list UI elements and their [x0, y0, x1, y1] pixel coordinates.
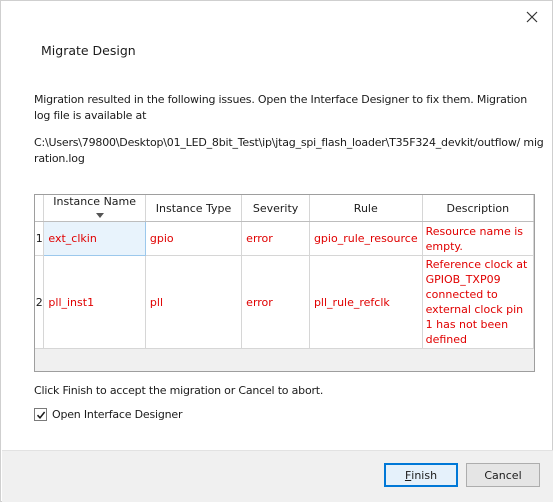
issues-table-container[interactable]: Instance Name Instance Type Severity Rul…	[34, 194, 535, 372]
cell-description[interactable]: Resource name is empty.	[422, 221, 534, 256]
open-interface-designer-checkbox[interactable]: Open Interface Designer	[34, 408, 182, 421]
sort-down-icon	[95, 212, 104, 218]
dialog-title: Migrate Design	[41, 43, 136, 58]
checkbox-label: Open Interface Designer	[52, 408, 183, 421]
column-header-description[interactable]: Description	[422, 195, 534, 222]
instruction-text: Click Finish to accept the migration or …	[34, 384, 324, 397]
cell-rule[interactable]: pll_rule_refclk	[309, 255, 423, 349]
column-header-severity[interactable]: Severity	[241, 195, 310, 222]
column-header-instance-type[interactable]: Instance Type	[145, 195, 243, 222]
migrate-design-dialog: Migrate Design Migration resulted in the…	[0, 0, 553, 502]
cell-instance-name[interactable]: pll_inst1	[43, 255, 146, 349]
cell-instance-type[interactable]: pll	[145, 255, 243, 349]
finish-label: inish	[411, 468, 438, 482]
button-bar: Finish Cancel	[2, 450, 553, 502]
checkbox-box[interactable]	[34, 408, 47, 421]
cell-severity[interactable]: error	[241, 255, 310, 349]
migration-log-path: C:\Users\79800\Desktop\01_LED_8bit_Test\…	[34, 136, 544, 165]
cell-instance-type[interactable]: gpio	[145, 221, 243, 256]
cell-rule[interactable]: gpio_rule_resource	[309, 221, 423, 256]
table-row[interactable]: 2 pll_inst1 pll error pll_rule_refclk Re…	[35, 255, 534, 349]
close-button[interactable]	[520, 5, 544, 29]
migration-message: Migration resulted in the following issu…	[34, 93, 527, 122]
table-row[interactable]: 1 ext_clkin gpio error gpio_rule_resourc…	[35, 221, 534, 256]
close-icon	[526, 11, 538, 23]
finish-button[interactable]: Finish	[384, 463, 458, 487]
table-empty-area	[35, 349, 534, 371]
table-header-row: Instance Name Instance Type Severity Rul…	[35, 195, 534, 222]
cell-instance-name[interactable]: ext_clkin	[43, 221, 146, 256]
checkmark-icon	[36, 411, 45, 419]
row-index: 1	[35, 221, 45, 256]
issues-table: Instance Name Instance Type Severity Rul…	[35, 195, 534, 349]
column-header-instance-name[interactable]: Instance Name	[43, 195, 146, 222]
row-index: 2	[35, 255, 45, 349]
row-index-header	[35, 195, 45, 222]
column-header-rule[interactable]: Rule	[309, 195, 423, 222]
cell-description[interactable]: Reference clock at GPIOB_TXP09 connected…	[422, 255, 534, 349]
cell-severity[interactable]: error	[241, 221, 310, 256]
cancel-button[interactable]: Cancel	[466, 463, 540, 487]
